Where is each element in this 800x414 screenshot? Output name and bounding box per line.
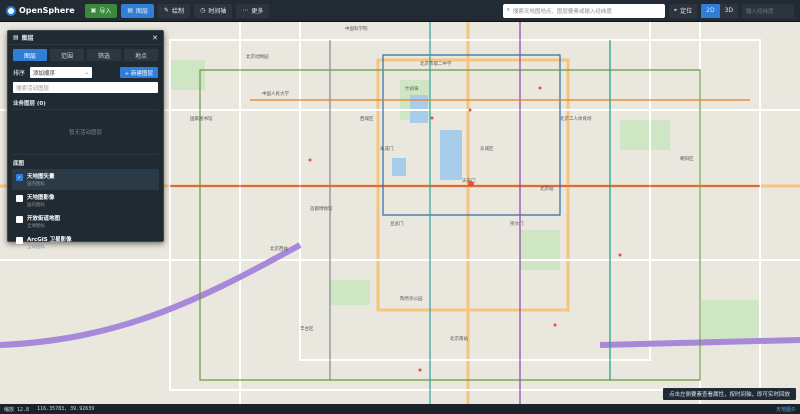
hint-tooltip: 点击左侧要素查看属性，按时间轴，即可实时回放 xyxy=(662,388,796,400)
draw-button[interactable]: ✎ 绘制 xyxy=(158,3,191,18)
basemap-name: ArcGIS 卫星影像 xyxy=(27,237,72,243)
sort-row: 排序 添加顺序 ⌄ + 新建图层 xyxy=(8,65,163,80)
basemap-name: 天地图影像 xyxy=(27,195,55,201)
map-label: 东城区 xyxy=(480,145,494,152)
locate-label: 定位 xyxy=(680,8,693,15)
map-label: 北京南站 xyxy=(450,335,468,342)
basemap-name: 天地图矢量 xyxy=(27,174,55,180)
timeline-label: 时间轴 xyxy=(208,8,227,15)
basemap-item[interactable]: ✓ 天地图矢量国内图标 xyxy=(12,169,159,190)
layers-button[interactable]: ▤ 图层 xyxy=(121,3,155,18)
locate-button[interactable]: ⌖ 定位 xyxy=(668,3,698,18)
clock-icon: ◷ xyxy=(200,7,206,14)
sort-value: 添加顺序 xyxy=(33,70,56,77)
map-label: 西城区 xyxy=(360,115,374,122)
add-layer-button[interactable]: + 新建图层 xyxy=(119,67,158,78)
checkbox[interactable] xyxy=(16,237,23,244)
search-input[interactable]: ⌕ 搜索天地图地点、图层要素或输入经纬度 xyxy=(502,3,665,18)
panel-tabs: 图层 范围 筛选 地点 xyxy=(8,45,163,65)
map-label: 北京西站 xyxy=(270,245,288,252)
map-label: 宣武门 xyxy=(390,220,404,227)
map-label: 崇文门 xyxy=(510,220,524,227)
map-label: 陶然亭公园 xyxy=(400,295,423,302)
app-name: OpenSphere xyxy=(19,6,75,15)
map-label: 丰台区 xyxy=(300,325,314,332)
checkbox-checked[interactable]: ✓ xyxy=(16,174,23,181)
map-label: 阜成门 xyxy=(380,145,394,152)
draw-label: 绘制 xyxy=(172,8,185,15)
checkbox[interactable] xyxy=(16,195,23,202)
view-mode-toggle: 2D 3D xyxy=(701,3,738,18)
tab-layers[interactable]: 图层 xyxy=(13,49,47,61)
view-3d-button[interactable]: 3D xyxy=(719,3,738,18)
import-icon: ▣ xyxy=(90,7,97,14)
basemap-item[interactable]: ArcGIS 卫星影像 全球图标 xyxy=(12,232,159,253)
attribution-link[interactable]: 天地图© xyxy=(776,406,796,413)
tab-filter[interactable]: 筛选 xyxy=(87,49,121,61)
sort-label: 排序 xyxy=(13,70,26,77)
map-label: 北京工人体育场 xyxy=(560,115,592,122)
layers-icon: ▤ xyxy=(13,34,19,41)
map-label: 什刹海 xyxy=(405,85,419,92)
basemap-heading: 底图 xyxy=(13,161,25,167)
coordinate-readout: 116.35783, 39.92639 xyxy=(37,406,95,412)
tab-extent[interactable]: 范围 xyxy=(50,49,84,61)
map-label: 朝阳区 xyxy=(680,155,694,162)
checkbox[interactable] xyxy=(16,216,23,223)
map-label: 北京动物园 xyxy=(246,53,269,60)
basemap-subtitle: 国内图标 xyxy=(27,203,45,208)
status-bar: 缩放 12.8 116.35783, 39.92639 天地图© xyxy=(0,404,800,414)
import-button[interactable]: ▣ 导入 xyxy=(84,3,118,18)
chevron-down-icon: ⌄ xyxy=(84,69,90,76)
search-placeholder: 搜索天地图地点、图层要素或输入经纬度 xyxy=(512,8,612,15)
business-layers-heading: 业务图层 (0) xyxy=(13,101,46,107)
more-icon: ⋯ xyxy=(242,7,249,14)
layers-panel: ▤ 图层 ✕ 图层 范围 筛选 地点 排序 添加顺序 ⌄ + 新建图层 搜索活动图… xyxy=(7,30,164,250)
map-label: 国家图书馆 xyxy=(190,115,213,122)
pencil-icon: ✎ xyxy=(164,7,170,14)
app-brand: OpenSphere xyxy=(6,5,75,16)
tab-places[interactable]: 地点 xyxy=(124,49,158,61)
top-toolbar: OpenSphere ▣ 导入 ▤ 图层 ✎ 绘制 ◷ 时间轴 ⋯ 更多 ⌕ 搜索天地图地点… xyxy=(0,0,800,22)
sort-select[interactable]: 添加顺序 ⌄ xyxy=(30,67,93,78)
basemap-item[interactable]: 开放街道地图 全球图标 xyxy=(12,211,159,232)
search-icon: ⌕ xyxy=(506,7,510,13)
layers-label: 图层 xyxy=(136,8,149,15)
map-label: 北京站 xyxy=(540,185,554,192)
empty-state: 暂无活动图层 xyxy=(12,109,159,155)
panel-header: ▤ 图层 ✕ xyxy=(8,31,163,45)
map-label: 中国人民大学 xyxy=(262,90,289,97)
zoom-readout: 缩放 12.8 xyxy=(4,406,30,413)
location-pin-icon: ⌖ xyxy=(673,6,678,14)
view-2d-button[interactable]: 2D xyxy=(701,3,720,18)
close-icon[interactable]: ✕ xyxy=(152,34,158,42)
map-label: 北京市第二中学 xyxy=(420,60,452,67)
basemap-subtitle: 全球图标 xyxy=(27,245,45,250)
basemap-subtitle: 国内图标 xyxy=(27,182,45,187)
panel-title: 图层 xyxy=(21,35,34,42)
layer-filter-input[interactable]: 搜索活动图层 xyxy=(13,82,158,93)
map-label: 中国科学院 xyxy=(345,25,368,32)
timeline-button[interactable]: ◷ 时间轴 xyxy=(194,3,233,18)
basemap-subtitle: 全球图标 xyxy=(27,224,45,229)
layers-icon: ▤ xyxy=(127,7,133,14)
more-label: 更多 xyxy=(251,8,264,15)
globe-logo-icon xyxy=(6,5,16,16)
import-label: 导入 xyxy=(99,8,112,15)
map-label: 首都博物馆 xyxy=(310,205,333,212)
coordinate-input[interactable]: 输入经纬度 xyxy=(742,3,794,18)
basemap-item[interactable]: 天地图影像 国内图标 xyxy=(12,190,159,211)
more-button[interactable]: ⋯ 更多 xyxy=(236,3,270,18)
basemap-name: 开放街道地图 xyxy=(27,216,61,222)
